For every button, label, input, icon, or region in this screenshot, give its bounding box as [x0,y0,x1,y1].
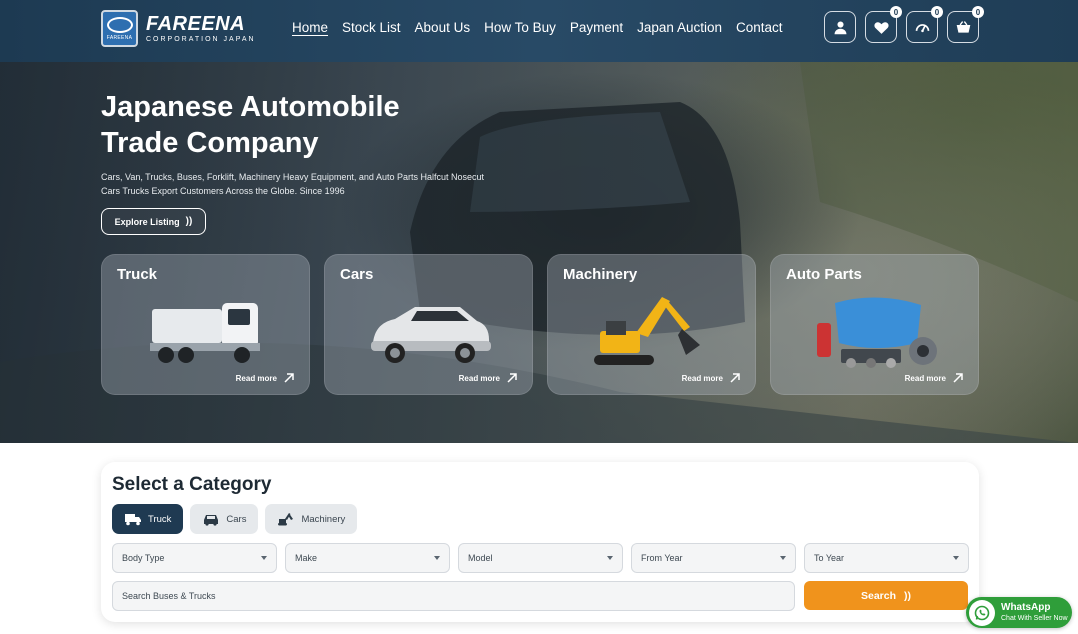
body-type-select[interactable]: Body Type [112,543,277,573]
caret-down-icon [780,556,786,560]
nav-how-to-buy[interactable]: How To Buy [484,20,556,35]
speedometer-icon [915,23,929,32]
header-icons: 0 0 0 [824,6,984,43]
to-year-select[interactable]: To Year [804,543,969,573]
model-select[interactable]: Model [458,543,623,573]
logo-badge-icon: FAREENA [101,10,138,47]
site-header: FAREENA FAREENA CORPORATION JAPAN Home S… [0,0,1078,62]
nav-contact[interactable]: Contact [736,20,783,35]
suv-car-image [371,307,491,363]
brand-tagline: CORPORATION JAPAN [146,36,256,43]
nav-home[interactable]: Home [292,20,328,35]
dump-truck-image [150,303,260,363]
chevron-right-icon: )) [904,589,912,602]
excavator-image [594,297,700,365]
panel-title: Select a Category [112,474,272,495]
arrow-up-right-icon [953,373,963,383]
explore-listing-button[interactable]: Explore Listing )) [101,208,206,235]
excavator-icon [278,513,294,526]
tab-machinery[interactable]: Machinery [265,504,358,534]
chevron-right-icon: )) [185,216,193,227]
hero-title: Japanese Automobile Trade Company [101,91,400,159]
whatsapp-icon [969,599,995,626]
search-input[interactable] [112,581,795,611]
whatsapp-chat-button[interactable]: WhatsApp Chat With Seller Now [966,597,1072,628]
read-more-link[interactable]: Read more [236,372,295,384]
make-select[interactable]: Make [285,543,450,573]
compare-count-badge: 0 [931,6,943,18]
nav-about-us[interactable]: About Us [415,20,471,35]
arrow-up-right-icon [507,373,517,383]
whatsapp-title: WhatsApp [1001,601,1051,613]
user-icon [834,20,846,34]
caret-down-icon [607,556,613,560]
heart-icon [873,21,889,34]
search-button[interactable]: Search )) [804,581,968,610]
tab-truck[interactable]: Truck [112,504,184,534]
wishlist-count-badge: 0 [890,6,902,18]
brand-logo[interactable]: FAREENA FAREENA CORPORATION JAPAN [101,10,256,47]
wishlist-button[interactable]: 0 [865,6,902,43]
cart-button[interactable]: 0 [947,6,984,43]
category-card-truck[interactable]: Truck Read more [101,254,310,395]
category-tabs: Truck Cars Machinery [112,504,358,534]
cart-count-badge: 0 [972,6,984,18]
account-button[interactable] [824,11,856,43]
main-nav: Home Stock List About Us How To Buy Paym… [292,20,783,35]
truck-icon [125,514,141,526]
caret-down-icon [953,556,959,560]
compare-button[interactable]: 0 [906,6,943,43]
cart-icon [956,20,970,33]
arrow-up-right-icon [730,373,740,383]
whatsapp-subtitle: Chat With Seller Now [1001,614,1068,622]
nav-japan-auction[interactable]: Japan Auction [637,20,722,35]
car-icon [204,515,219,526]
from-year-select[interactable]: From Year [631,543,796,573]
nav-payment[interactable]: Payment [570,20,623,35]
caret-down-icon [261,556,267,560]
caret-down-icon [434,556,440,560]
filter-selects: Body Type Make Model From Year To Year [112,543,969,573]
read-more-link[interactable]: Read more [459,372,518,384]
read-more-link[interactable]: Read more [682,372,741,384]
hero-description: Cars, Van, Trucks, Buses, Forklift, Mach… [101,172,484,196]
category-search-panel: Select a Category Truck Cars Machinery B… [101,462,979,622]
category-card-auto-parts[interactable]: Auto Parts Read more [770,254,979,395]
hero-banner: Japanese Automobile Trade Company Cars, … [0,62,1078,443]
category-card-cars[interactable]: Cars Read more [324,254,533,395]
auto-parts-image [817,297,937,368]
brand-name: FAREENA [146,13,246,35]
tab-cars[interactable]: Cars [190,504,259,534]
category-card-machinery[interactable]: Machinery Read more [547,254,756,395]
nav-stock-list[interactable]: Stock List [342,20,401,35]
arrow-up-right-icon [284,373,294,383]
read-more-link[interactable]: Read more [905,372,964,384]
